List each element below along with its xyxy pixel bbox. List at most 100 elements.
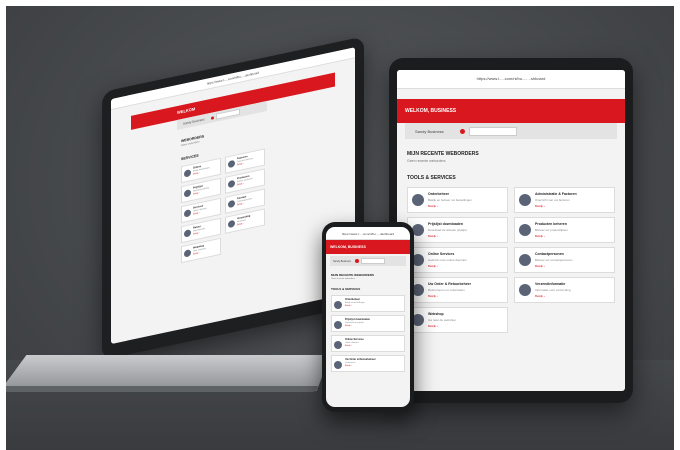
tablet-screen: https://www.l.....com/nl/bu........shboa… xyxy=(397,70,625,391)
service-card-title: Prijslijst downloaden xyxy=(428,222,464,226)
tablet-service-card[interactable]: Webshop Ga naar de webshop Bekijk › xyxy=(407,307,508,333)
service-card-link[interactable]: Bekijk › xyxy=(535,264,572,268)
tablet-service-card[interactable]: Producten beheren Beheer uw productlijste… xyxy=(514,217,615,243)
service-icon xyxy=(334,341,342,349)
phone-service-card[interactable]: Prijslijst downloaden Download de prijsli… xyxy=(331,315,405,332)
service-card-description: Beheer uw contactpersonen xyxy=(535,258,573,262)
service-card-title: Producten beheren xyxy=(535,222,567,226)
service-card-text: Facturen Overzicht facturen Bekijk › xyxy=(237,154,253,166)
phone-login-field[interactable] xyxy=(360,258,385,264)
service-card-title: Online Services xyxy=(345,338,364,341)
laptop-login-field[interactable] xyxy=(215,108,240,120)
service-card-link[interactable]: Bekijk › xyxy=(428,294,471,298)
tablet-service-card[interactable]: Prijslijst downloaden Download de actuele… xyxy=(407,217,508,243)
service-card-title: Administratie & Facturen xyxy=(535,192,577,196)
phone-section-tools: TOOLS & SERVICES xyxy=(331,287,361,291)
service-card-link[interactable]: Bekijk › xyxy=(535,204,577,208)
service-icon xyxy=(519,224,531,236)
service-card-link[interactable]: Bekijk › xyxy=(345,305,365,307)
phone-section-recent: MIJN RECENTE WEBORDERS xyxy=(331,273,375,277)
photo-border-top xyxy=(0,0,680,6)
service-icon xyxy=(519,284,531,296)
service-card-link[interactable]: Bekijk › xyxy=(345,325,370,327)
service-card-description: Online diensten xyxy=(345,342,359,344)
tablet-login-field[interactable] xyxy=(468,126,517,136)
photo-border-left xyxy=(0,0,6,450)
service-icon xyxy=(184,209,191,218)
phone-service-card[interactable]: Orderbeheer Bekijk uw bestellingen Bekijk … xyxy=(331,295,405,312)
service-card-description: Download de actuele prijslijst xyxy=(428,228,467,232)
service-card-link[interactable]: Bekijk › xyxy=(428,324,456,328)
tablet-service-card[interactable]: Verzendinformatie Informatie over verzend… xyxy=(514,277,615,303)
laptop-screen: https://www.l.....com/nl/bu.....dashboar… xyxy=(111,47,355,345)
service-card-link[interactable]: Bekijk › xyxy=(345,365,376,367)
service-card-text: Contactpersonen Beheer uw contactpersonen… xyxy=(535,252,572,268)
service-icon xyxy=(334,321,342,329)
tablet-login-status-icon xyxy=(459,128,465,134)
service-card-link[interactable]: Bekijk › xyxy=(535,234,568,238)
service-card-description: Orderstatus xyxy=(345,362,356,364)
service-card-title: Contactpersonen xyxy=(535,252,564,256)
service-card-link[interactable]: Bekijk › xyxy=(428,264,467,268)
service-card-link[interactable]: Bekijk › xyxy=(535,294,571,298)
service-card-title: Uw Order & Retourbeheer xyxy=(345,358,376,361)
tablet-card-grid: Orderbeheer Bekijk en beheer uw bestellin… xyxy=(407,187,615,333)
service-icon xyxy=(184,169,191,178)
service-icon xyxy=(184,249,191,258)
service-card-description: Retourneren en orderstatus xyxy=(428,288,465,292)
service-card-description: Informatie over verzending xyxy=(535,288,571,292)
service-card-text: Webshop Naar webshop Bekijk › xyxy=(193,244,206,255)
service-card-text: Uw Order & Retourbeheer Orderstatus Bekijk… xyxy=(345,358,376,367)
service-card-link[interactable]: Bekijk › xyxy=(428,234,467,238)
tablet-service-card[interactable]: Uw Order & Retourbeheer Retourneren en or… xyxy=(407,277,508,303)
service-card-text: Administratie & Facturen Overzicht van uw… xyxy=(535,192,577,208)
service-icon xyxy=(228,219,235,229)
phone-section-recent-sub: Geen recente weborders xyxy=(331,278,356,280)
service-card-description: Bekijk en beheer uw bestellingen xyxy=(428,198,472,202)
service-card-link[interactable]: Bekijk › xyxy=(345,345,364,347)
phone-header-banner: WELKOM, BUSINESS xyxy=(326,240,410,254)
tablet-device: https://www.l.....com/nl/bu........shboa… xyxy=(389,58,633,403)
phone-url-bar[interactable]: https://www.l.....com/nl/bu.....dashboar… xyxy=(326,227,410,240)
service-card-description: Beheer uw productlijsten xyxy=(535,228,568,232)
service-card-text: Prijslijst downloaden Download de prijsli… xyxy=(345,318,370,327)
tablet-service-card[interactable]: Orderbeheer Bekijk en beheer uw bestellin… xyxy=(407,187,508,213)
phone-login-label: Sandy Business xyxy=(333,259,351,263)
service-card-text: Orderbeheer Bekijk uw bestellingen Bekijk … xyxy=(345,298,365,307)
service-icon xyxy=(228,159,235,169)
phone-card-grid: Orderbeheer Bekijk uw bestellingen Bekijk … xyxy=(331,295,405,372)
tablet-login-bar: Sandy Business xyxy=(405,123,617,139)
phone-service-card[interactable]: Online Services Online diensten Bekijk › xyxy=(331,335,405,352)
laptop-base-edge xyxy=(0,386,318,392)
service-icon xyxy=(334,361,342,369)
service-card-text: Services Online diensten Bekijk › xyxy=(193,204,207,215)
service-card-text: Producten beheren Beheer uw productlijste… xyxy=(535,222,568,238)
phone-login-status-icon xyxy=(354,259,359,263)
service-card-text: Verzendinformatie Informatie over verzend… xyxy=(535,282,571,298)
service-card-description: Ga naar de webshop xyxy=(428,318,456,322)
service-card-title: Webshop xyxy=(428,312,444,316)
tablet-service-card[interactable]: Contactpersonen Beheer uw contactpersonen… xyxy=(514,247,615,273)
tablet-url-bar[interactable]: https://www.l.....com/nl/bu........shboa… xyxy=(397,70,625,89)
service-card-text: Orderbeheer Bekijk en beheer uw bestellin… xyxy=(428,192,472,208)
laptop-card-grid: Orders Bekijk bestellingen Bekijk › Facture… xyxy=(181,148,265,264)
service-card-title: Orderbeheer xyxy=(428,192,450,196)
service-icon xyxy=(228,179,235,189)
service-card-text: Uw Order & Retourbeheer Retourneren en or… xyxy=(428,282,471,298)
phone-screen: https://www.l.....com/nl/bu.....dashboar… xyxy=(326,227,410,407)
service-icon xyxy=(228,199,235,209)
phone-service-card[interactable]: Uw Order & Retourbeheer Orderstatus Bekijk… xyxy=(331,355,405,372)
service-icon xyxy=(184,229,191,238)
tablet-login-label: Sandy Business xyxy=(415,128,444,134)
service-card-description: Overzicht van uw facturen xyxy=(535,198,570,202)
laptop-login-status-icon xyxy=(210,115,214,120)
service-card-description: Download de prijslijst xyxy=(345,322,364,324)
service-card-text: Retour Retourbeheer Bekijk › xyxy=(193,224,205,236)
tablet-service-card[interactable]: Administratie & Facturen Overzicht van uw… xyxy=(514,187,615,213)
service-card-text: Online Services Gebruik onze online diens… xyxy=(428,252,467,268)
photo-border-right xyxy=(674,0,680,450)
tablet-service-card[interactable]: Online Services Gebruik onze online diens… xyxy=(407,247,508,273)
service-card-link[interactable]: Bekijk › xyxy=(428,204,472,208)
service-card-title: Uw Order & Retourbeheer xyxy=(428,282,471,286)
laptop-login-label: Sandy Business xyxy=(183,117,205,126)
